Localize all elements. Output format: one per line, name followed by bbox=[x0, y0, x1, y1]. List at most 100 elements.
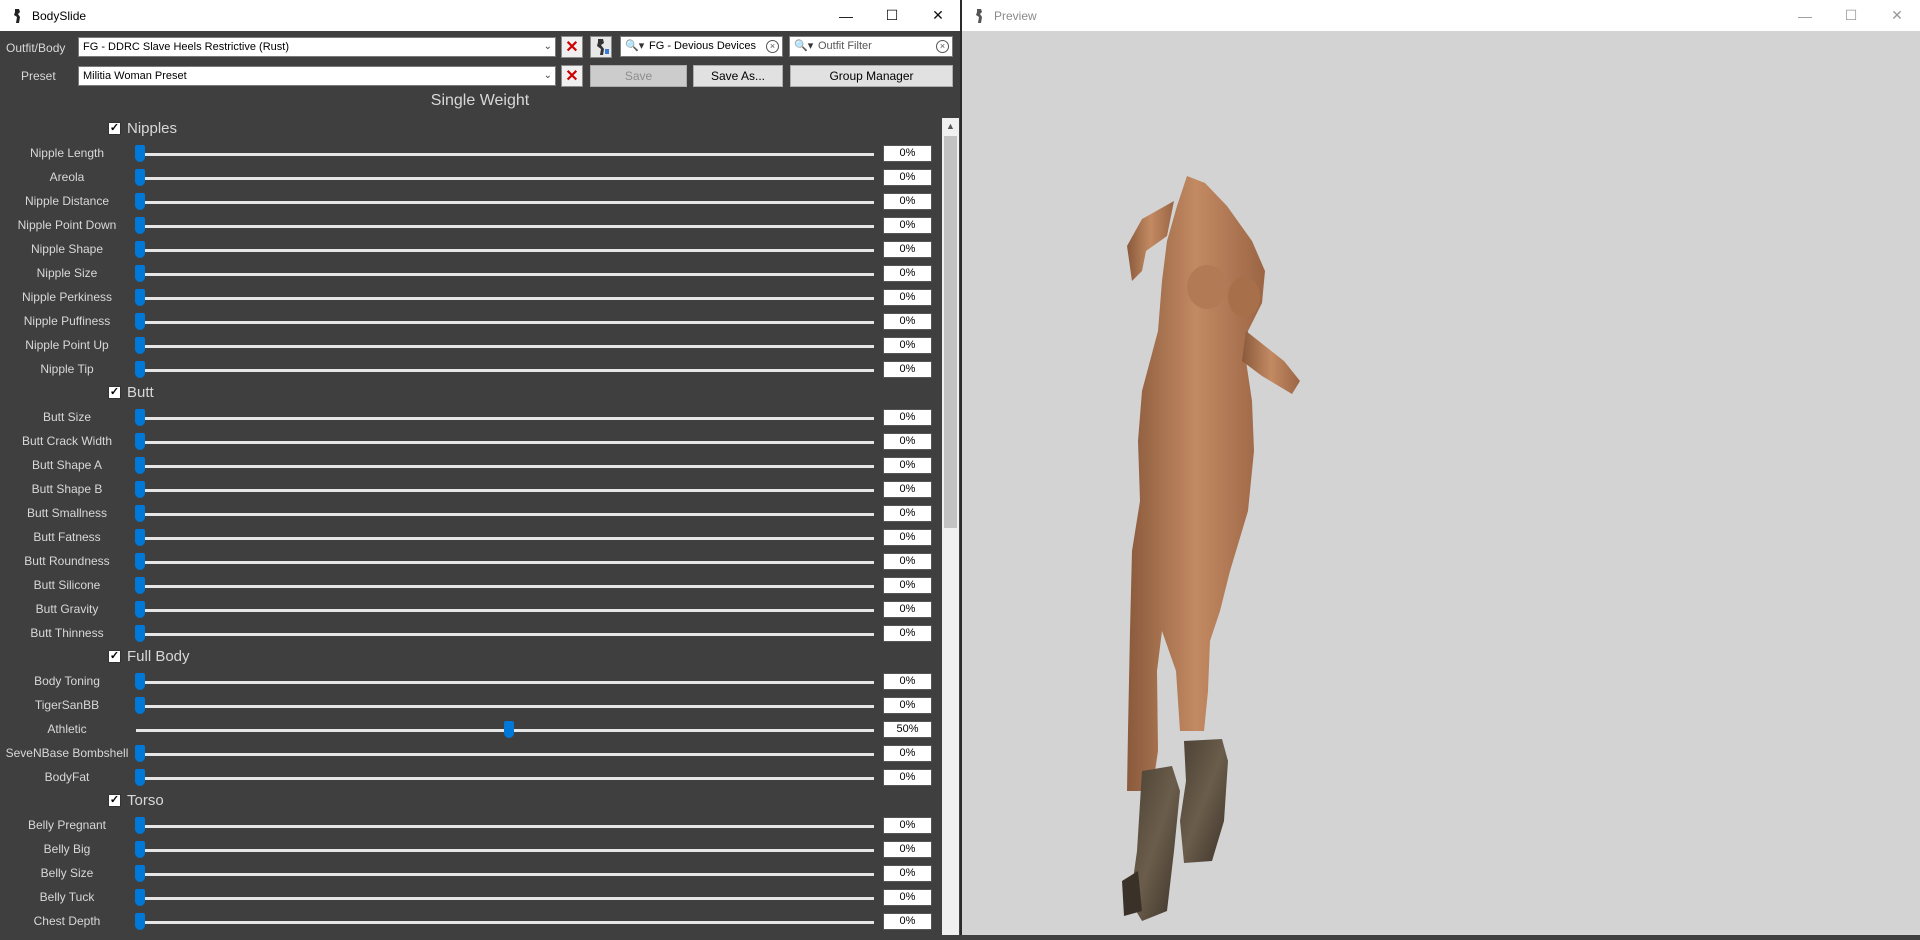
slider-thumb[interactable] bbox=[504, 721, 514, 738]
slider-value-field[interactable]: 0% bbox=[883, 361, 932, 378]
slider-track[interactable] bbox=[136, 489, 874, 492]
slider-thumb[interactable] bbox=[135, 577, 145, 594]
slider-value-field[interactable]: 0% bbox=[883, 505, 932, 522]
slider-track[interactable] bbox=[136, 705, 874, 708]
slider-value-field[interactable]: 0% bbox=[883, 601, 932, 618]
slider-thumb[interactable] bbox=[135, 769, 145, 786]
slider-value-field[interactable]: 0% bbox=[883, 889, 932, 906]
slider-thumb[interactable] bbox=[135, 865, 145, 882]
slider-thumb[interactable] bbox=[135, 145, 145, 162]
slider-value-field[interactable]: 0% bbox=[883, 337, 932, 354]
slider-value-field[interactable]: 0% bbox=[883, 193, 932, 210]
slider-track[interactable] bbox=[136, 273, 874, 276]
slider-track[interactable] bbox=[136, 417, 874, 420]
scroll-up-icon[interactable]: ▲ bbox=[942, 118, 959, 135]
slider-track[interactable] bbox=[136, 513, 874, 516]
slider-thumb[interactable] bbox=[135, 529, 145, 546]
slider-value-field[interactable]: 0% bbox=[883, 697, 932, 714]
slider-track[interactable] bbox=[136, 441, 874, 444]
slider-value-field[interactable]: 0% bbox=[883, 529, 932, 546]
group-manager-button[interactable]: Group Manager bbox=[790, 65, 953, 87]
slider-thumb[interactable] bbox=[135, 601, 145, 618]
slider-thumb[interactable] bbox=[135, 841, 145, 858]
3d-preview-viewport[interactable] bbox=[962, 31, 1920, 935]
slider-thumb[interactable] bbox=[135, 265, 145, 282]
slider-track[interactable] bbox=[136, 321, 874, 324]
slider-value-field[interactable]: 0% bbox=[883, 145, 932, 162]
slider-value-field[interactable]: 0% bbox=[883, 817, 932, 834]
slider-value-field[interactable]: 0% bbox=[883, 913, 932, 930]
slider-track[interactable] bbox=[136, 297, 874, 300]
group-filter-field[interactable]: 🔍▾ FG - Devious Devices × bbox=[620, 36, 783, 57]
slider-thumb[interactable] bbox=[135, 217, 145, 234]
slider-track[interactable] bbox=[136, 873, 874, 876]
slider-track[interactable] bbox=[136, 921, 874, 924]
slider-track[interactable] bbox=[136, 369, 874, 372]
slider-track[interactable] bbox=[136, 561, 874, 564]
slider-value-field[interactable]: 0% bbox=[883, 481, 932, 498]
slider-value-field[interactable]: 0% bbox=[883, 241, 932, 258]
slider-thumb[interactable] bbox=[135, 433, 145, 450]
slider-value-field[interactable]: 0% bbox=[883, 289, 932, 306]
slider-track[interactable] bbox=[136, 585, 874, 588]
slider-thumb[interactable] bbox=[135, 553, 145, 570]
slider-thumb[interactable] bbox=[135, 505, 145, 522]
slider-value-field[interactable]: 0% bbox=[883, 553, 932, 570]
clear-search-icon[interactable]: × bbox=[936, 40, 949, 53]
close-button[interactable]: ✕ bbox=[915, 0, 961, 31]
slider-value-field[interactable]: 0% bbox=[883, 433, 932, 450]
slider-value-field[interactable]: 0% bbox=[883, 457, 932, 474]
group-filter-toggle-button[interactable] bbox=[590, 36, 612, 58]
save-button[interactable]: Save bbox=[590, 65, 687, 87]
slider-value-field[interactable]: 0% bbox=[883, 673, 932, 690]
maximize-button[interactable]: ☐ bbox=[1828, 0, 1874, 31]
slider-thumb[interactable] bbox=[135, 673, 145, 690]
slider-thumb[interactable] bbox=[135, 361, 145, 378]
slider-thumb[interactable] bbox=[135, 241, 145, 258]
slider-list-scrollbar[interactable]: ▲ bbox=[942, 118, 959, 935]
slider-track[interactable] bbox=[136, 609, 874, 612]
slider-thumb[interactable] bbox=[135, 457, 145, 474]
slider-thumb[interactable] bbox=[135, 913, 145, 930]
group-checkbox[interactable]: ✓ bbox=[108, 649, 121, 663]
slider-track[interactable] bbox=[136, 897, 874, 900]
outfit-select[interactable]: FG - DDRC Slave Heels Restrictive (Rust)… bbox=[78, 37, 556, 57]
slider-value-field[interactable]: 0% bbox=[883, 625, 932, 642]
slider-track[interactable] bbox=[136, 153, 874, 156]
slider-thumb[interactable] bbox=[135, 697, 145, 714]
slider-value-field[interactable]: 0% bbox=[883, 313, 932, 330]
slider-track[interactable] bbox=[136, 753, 874, 756]
clear-outfit-button[interactable]: ✕ bbox=[561, 36, 583, 58]
slider-track[interactable] bbox=[136, 633, 874, 636]
slider-track[interactable] bbox=[136, 537, 874, 540]
maximize-button[interactable]: ☐ bbox=[869, 0, 915, 31]
slider-value-field[interactable]: 0% bbox=[883, 865, 932, 882]
slider-track[interactable] bbox=[136, 825, 874, 828]
slider-track[interactable] bbox=[136, 201, 874, 204]
slider-value-field[interactable]: 0% bbox=[883, 265, 932, 282]
slider-track[interactable] bbox=[136, 177, 874, 180]
slider-thumb[interactable] bbox=[135, 409, 145, 426]
slider-track[interactable] bbox=[136, 681, 874, 684]
group-checkbox[interactable]: ✓ bbox=[108, 385, 121, 399]
slider-thumb[interactable] bbox=[135, 745, 145, 762]
slider-thumb[interactable] bbox=[135, 193, 145, 210]
slider-thumb[interactable] bbox=[135, 889, 145, 906]
group-checkbox[interactable]: ✓ bbox=[108, 121, 121, 135]
slider-value-field[interactable]: 0% bbox=[883, 577, 932, 594]
minimize-button[interactable]: — bbox=[823, 0, 869, 31]
slider-thumb[interactable] bbox=[135, 337, 145, 354]
slider-value-field[interactable]: 50% bbox=[883, 721, 932, 738]
slider-track[interactable] bbox=[136, 465, 874, 468]
slider-thumb[interactable] bbox=[135, 481, 145, 498]
bodyslide-titlebar[interactable]: BodySlide — ☐ ✕ bbox=[0, 0, 961, 31]
preview-titlebar[interactable]: Preview — ☐ ✕ bbox=[962, 0, 1920, 31]
clear-search-icon[interactable]: × bbox=[766, 40, 779, 53]
outfit-filter-field[interactable]: 🔍▾ Outfit Filter × bbox=[789, 36, 953, 57]
slider-track[interactable] bbox=[136, 345, 874, 348]
slider-thumb[interactable] bbox=[135, 169, 145, 186]
slider-thumb[interactable] bbox=[135, 817, 145, 834]
minimize-button[interactable]: — bbox=[1782, 0, 1828, 31]
close-button[interactable]: ✕ bbox=[1874, 0, 1920, 31]
slider-thumb[interactable] bbox=[135, 313, 145, 330]
